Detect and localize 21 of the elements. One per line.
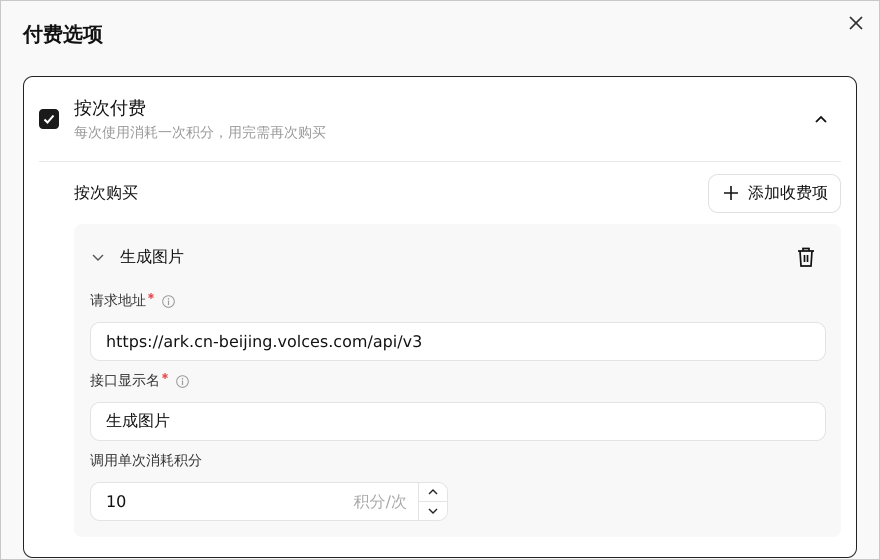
- text-field[interactable]: https://ark.cn-beijing.volces.com/api/v3: [90, 322, 826, 361]
- trash-icon[interactable]: [797, 247, 815, 267]
- add-fee-button[interactable]: 添加收费项: [708, 174, 841, 212]
- chevron-up-icon[interactable]: [814, 114, 828, 124]
- dialog-title: 付费选项: [23, 20, 103, 48]
- text-field[interactable]: 生成图片: [90, 402, 826, 441]
- field-label: 请求地址: [90, 292, 154, 310]
- decrement-button[interactable]: [419, 501, 447, 520]
- field-label: 接口显示名: [90, 372, 168, 390]
- info-icon[interactable]: [162, 294, 175, 308]
- field-label: 调用单次消耗积分: [90, 452, 202, 470]
- item-title: 生成图片: [120, 246, 185, 268]
- chevron-down-icon[interactable]: [428, 508, 438, 514]
- option-title: 按次付费: [74, 97, 147, 120]
- info-icon[interactable]: [176, 374, 189, 388]
- plus-icon[interactable]: [724, 186, 738, 200]
- option-description: 每次使用消耗一次积分，用完需再次购买: [74, 124, 327, 142]
- section-label: 按次购买: [74, 182, 138, 204]
- chevron-up-icon[interactable]: [428, 489, 438, 495]
- close-icon[interactable]: [849, 16, 863, 30]
- unit-label: 积分/次: [354, 492, 407, 513]
